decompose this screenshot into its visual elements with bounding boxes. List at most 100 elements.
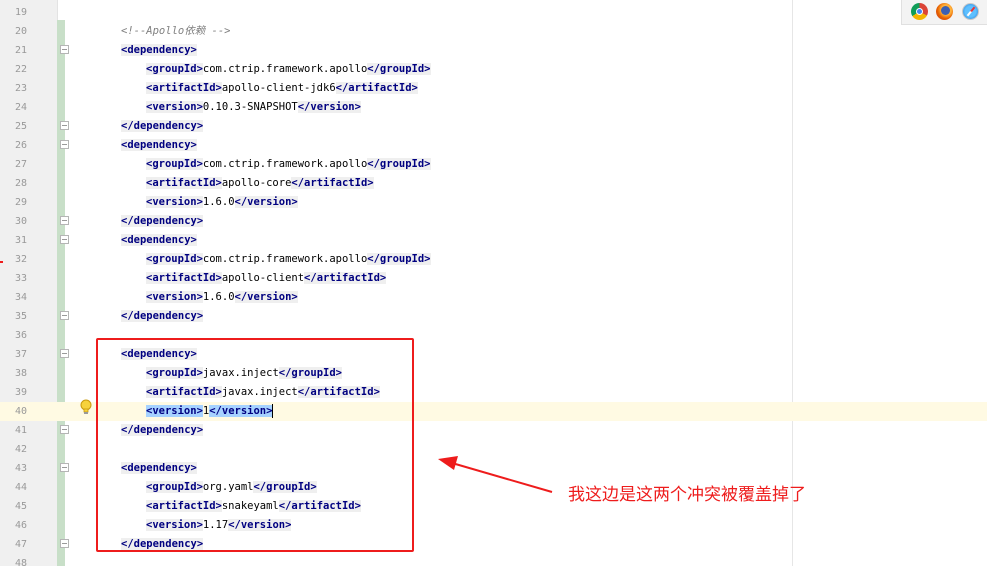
line-number: 22 <box>14 64 27 75</box>
fold-toggle-icon[interactable] <box>60 311 69 320</box>
xml-tag: </version> <box>234 291 298 303</box>
code-line[interactable]: 23 <artifactId>apollo-client-jdk6</artifa… <box>0 79 987 98</box>
fold-toggle-icon[interactable] <box>60 121 69 130</box>
xml-tag: <version> <box>146 101 203 113</box>
code-text[interactable]: <version>0.10.3-SNAPSHOT</version> <box>146 98 361 117</box>
code-line[interactable]: 30 </dependency> <box>0 212 987 231</box>
xml-value: 0.10.3-SNAPSHOT <box>202 101 298 113</box>
xml-tag: <artifactId> <box>146 177 222 189</box>
line-number: 39 <box>14 387 27 398</box>
xml-value: com.ctrip.framework.apollo <box>202 158 368 170</box>
line-number: 36 <box>14 330 27 341</box>
xml-tag: </artifactId> <box>291 177 374 189</box>
fold-toggle-icon[interactable] <box>60 235 69 244</box>
code-line[interactable]: 27 <groupId>com.ctrip.framework.apollo</g… <box>0 155 987 174</box>
code-line[interactable]: 33 <artifactId>apollo-client</artifactId> <box>0 269 987 288</box>
line-number: 48 <box>14 558 27 569</box>
fold-toggle-icon[interactable] <box>60 463 69 472</box>
xml-tag: <groupId> <box>146 158 203 170</box>
code-text[interactable]: <artifactId>apollo-client</artifactId> <box>146 269 387 288</box>
firefox-icon[interactable] <box>936 3 953 20</box>
fold-toggle-icon[interactable] <box>60 539 69 548</box>
xml-tag: <artifactId> <box>146 272 222 284</box>
code-text[interactable]: <dependency> <box>121 136 197 155</box>
code-text[interactable]: <dependency> <box>121 231 197 250</box>
line-number: 44 <box>14 482 27 493</box>
xml-tag: <version> <box>146 291 203 303</box>
code-text[interactable]: </dependency> <box>121 212 204 231</box>
code-text[interactable]: <!--Apollo依赖 --> <box>121 22 231 41</box>
code-text[interactable]: </dependency> <box>121 117 204 136</box>
xml-value: 1.6.0 <box>202 291 235 303</box>
xml-tag: </version> <box>297 101 361 113</box>
xml-tag: </dependency> <box>121 310 204 322</box>
code-text[interactable]: <artifactId>apollo-core</artifactId> <box>146 174 374 193</box>
line-number: 29 <box>14 197 27 208</box>
xml-tag: </dependency> <box>121 215 204 227</box>
browser-preview-bar <box>901 0 987 25</box>
fold-toggle-icon[interactable] <box>60 425 69 434</box>
xml-value: apollo-client-jdk6 <box>221 82 336 94</box>
code-line[interactable]: 32 <groupId>com.ctrip.framework.apollo</g… <box>0 250 987 269</box>
code-line[interactable]: 22 <groupId>com.ctrip.framework.apollo</g… <box>0 60 987 79</box>
code-text[interactable]: <groupId>com.ctrip.framework.apollo</gro… <box>146 250 431 269</box>
annotation-text: 我这边是这两个冲突被覆盖掉了 <box>568 485 806 505</box>
code-line[interactable]: 48 <box>0 554 987 573</box>
code-line[interactable]: 19 <box>0 3 987 22</box>
code-text[interactable]: <version>1.6.0</version> <box>146 288 298 307</box>
line-number: 45 <box>14 501 27 512</box>
line-number: 30 <box>14 216 27 227</box>
code-line[interactable]: 35 </dependency> <box>0 307 987 326</box>
code-text[interactable]: <version>1.6.0</version> <box>146 193 298 212</box>
fold-toggle-icon[interactable] <box>60 216 69 225</box>
lightbulb-icon[interactable] <box>79 399 93 417</box>
xml-tag: <groupId> <box>146 253 203 265</box>
code-line[interactable]: 24 <version>0.10.3-SNAPSHOT</version> <box>0 98 987 117</box>
line-number: 21 <box>14 45 27 56</box>
line-number: 35 <box>14 311 27 322</box>
xml-tag: </dependency> <box>121 120 204 132</box>
xml-value: com.ctrip.framework.apollo <box>202 253 368 265</box>
chrome-icon[interactable] <box>911 3 928 20</box>
code-text[interactable]: <groupId>com.ctrip.framework.apollo</gro… <box>146 60 431 79</box>
fold-toggle-icon[interactable] <box>60 45 69 54</box>
code-text[interactable]: </dependency> <box>121 307 204 326</box>
code-text[interactable]: <artifactId>apollo-client-jdk6</artifact… <box>146 79 418 98</box>
line-number: 27 <box>14 159 27 170</box>
code-line[interactable]: 26 <dependency> <box>0 136 987 155</box>
safari-icon[interactable] <box>962 3 979 20</box>
line-number: 32 <box>14 254 27 265</box>
code-line[interactable]: 29 <version>1.6.0</version> <box>0 193 987 212</box>
code-line[interactable]: 28 <artifactId>apollo-core</artifactId> <box>0 174 987 193</box>
line-number: 24 <box>14 102 27 113</box>
xml-tag: <dependency> <box>121 44 197 56</box>
code-line[interactable]: 21 <dependency> <box>0 41 987 60</box>
line-number: 37 <box>14 349 27 360</box>
code-line[interactable]: 20 <!--Apollo依赖 --> <box>0 22 987 41</box>
error-stripe-marker <box>0 261 3 263</box>
code-line[interactable]: 34 <version>1.6.0</version> <box>0 288 987 307</box>
line-number: 34 <box>14 292 27 303</box>
line-number: 28 <box>14 178 27 189</box>
fold-toggle-icon[interactable] <box>60 349 69 358</box>
annotation-arrow-icon <box>438 456 553 493</box>
code-text[interactable]: <groupId>com.ctrip.framework.apollo</gro… <box>146 155 431 174</box>
code-text[interactable]: <dependency> <box>121 41 197 60</box>
code-line[interactable]: 31 <dependency> <box>0 231 987 250</box>
fold-toggle-icon[interactable] <box>60 140 69 149</box>
line-number: 38 <box>14 368 27 379</box>
xml-tag: </artifactId> <box>304 272 387 284</box>
line-number: 40 <box>14 406 27 417</box>
line-number: 19 <box>14 7 27 18</box>
xml-tag: </groupId> <box>367 63 431 75</box>
xml-value: apollo-core <box>221 177 292 189</box>
xml-value: 1.6.0 <box>202 196 235 208</box>
line-number: 20 <box>14 26 27 37</box>
line-number: 47 <box>14 539 27 550</box>
xml-tag: <version> <box>146 196 203 208</box>
xml-tag: </groupId> <box>367 253 431 265</box>
xml-tag: </artifactId> <box>335 82 418 94</box>
xml-value: com.ctrip.framework.apollo <box>202 63 368 75</box>
code-line[interactable]: 25 </dependency> <box>0 117 987 136</box>
line-number: 23 <box>14 83 27 94</box>
